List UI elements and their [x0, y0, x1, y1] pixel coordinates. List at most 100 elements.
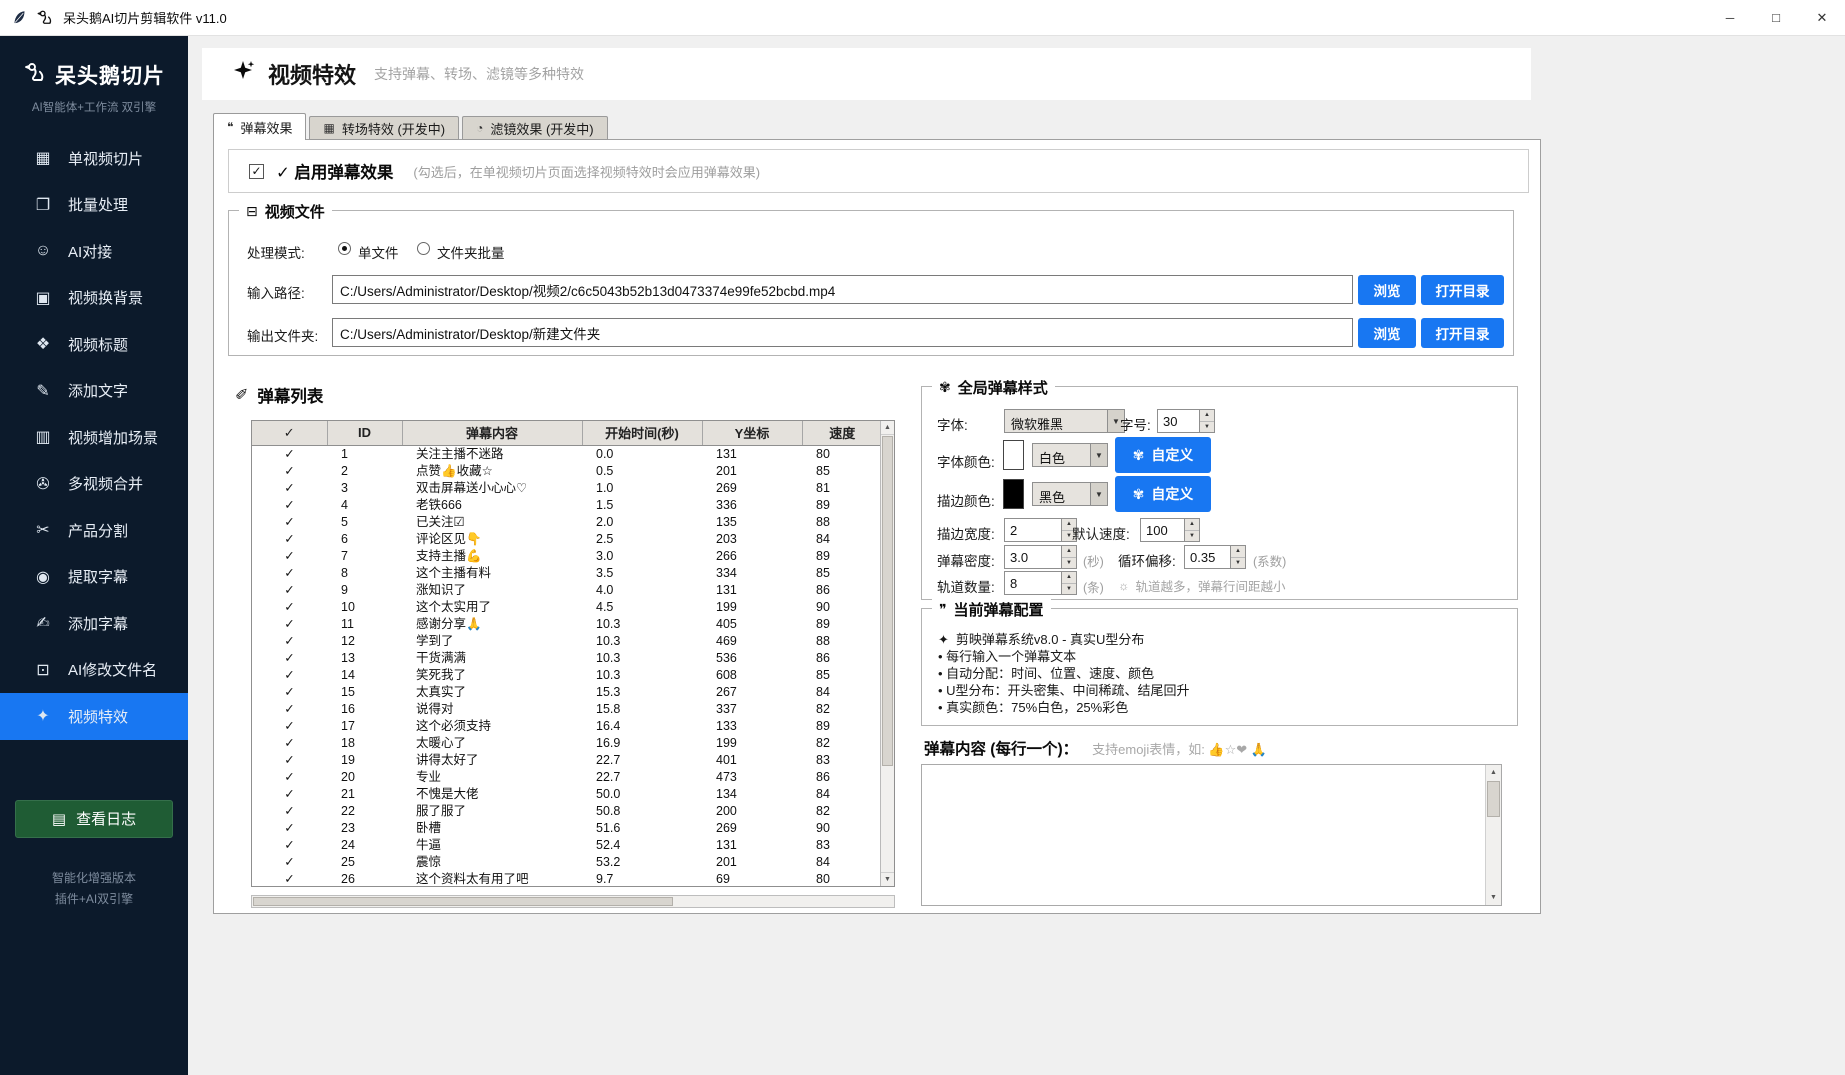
table-row[interactable]: ✓ 14 笑死我了 10.3 608 85	[252, 667, 882, 684]
row-check[interactable]: ✓	[252, 582, 327, 599]
table-horizontal-scrollbar[interactable]	[251, 895, 895, 908]
spin-up-icon[interactable]: ▲	[1200, 410, 1214, 422]
stroke-color-select[interactable]: 黑色 ▼	[1032, 482, 1108, 506]
table-row[interactable]: ✓ 17 这个必须支持 16.4 133 89	[252, 718, 882, 735]
sidebar-item[interactable]: ✇ 多视频合并	[0, 461, 188, 508]
row-check[interactable]: ✓	[252, 752, 327, 769]
tab[interactable]: ▦ 转场特效 (开发中)	[309, 116, 460, 140]
stroke-width-stepper[interactable]: 2 ▲ ▼	[1004, 518, 1077, 542]
row-check[interactable]: ✓	[252, 531, 327, 548]
output-dir-field[interactable]	[332, 318, 1353, 347]
radio-folder-batch-label[interactable]: 文件夹批量	[437, 242, 505, 262]
spin-down-icon[interactable]: ▼	[1062, 583, 1076, 594]
table-row[interactable]: ✓ 20 专业 22.7 473 86	[252, 769, 882, 786]
offset-stepper[interactable]: 0.35 ▲ ▼	[1184, 545, 1246, 569]
table-row[interactable]: ✓ 5 已关注☑ 2.0 135 88	[252, 514, 882, 531]
table-row[interactable]: ✓ 6 评论区见👇 2.5 203 84	[252, 531, 882, 548]
row-check[interactable]: ✓	[252, 667, 327, 684]
spin-up-icon[interactable]: ▲	[1185, 519, 1199, 531]
row-check[interactable]: ✓	[252, 820, 327, 837]
row-check[interactable]: ✓	[252, 633, 327, 650]
table-row[interactable]: ✓ 4 老铁666 1.5 336 89	[252, 497, 882, 514]
table-row[interactable]: ✓ 1 关注主播不迷路 0.0 131 80	[252, 445, 882, 463]
table-row[interactable]: ✓ 9 涨知识了 4.0 131 86	[252, 582, 882, 599]
spin-up-icon[interactable]: ▲	[1062, 572, 1076, 584]
scroll-up-icon[interactable]: ▲	[1486, 765, 1501, 780]
spin-down-icon[interactable]: ▼	[1231, 557, 1245, 568]
column-header[interactable]: 弹幕内容	[402, 421, 583, 446]
table-row[interactable]: ✓ 26 这个资料太有用了吧 9.7 69 80	[252, 871, 882, 887]
browse-input-button[interactable]: 浏览	[1358, 275, 1416, 305]
table-row[interactable]: ✓ 16 说得对 15.8 337 82	[252, 701, 882, 718]
sidebar-item[interactable]: ✎ 添加文字	[0, 368, 188, 415]
sidebar-item[interactable]: ▣ 视频换背景	[0, 275, 188, 322]
table-row[interactable]: ✓ 18 太暖心了 16.9 199 82	[252, 735, 882, 752]
row-check[interactable]: ✓	[252, 718, 327, 735]
column-header[interactable]: ✓	[252, 421, 328, 446]
spin-down-icon[interactable]: ▼	[1185, 530, 1199, 541]
row-check[interactable]: ✓	[252, 650, 327, 667]
scroll-up-icon[interactable]: ▲	[881, 421, 894, 435]
sidebar-item[interactable]: ✍ 添加字幕	[0, 600, 188, 647]
row-check[interactable]: ✓	[252, 786, 327, 803]
tab[interactable]: ❝ 弹幕效果	[213, 113, 307, 140]
table-row[interactable]: ✓ 25 震惊 53.2 201 84	[252, 854, 882, 871]
sidebar-item[interactable]: ☺ AI对接	[0, 228, 188, 275]
scrollbar-thumb[interactable]	[1487, 781, 1500, 817]
input-path-field[interactable]	[332, 275, 1353, 304]
font-family-select[interactable]: 微软雅黑 ▼	[1004, 409, 1125, 433]
scroll-down-icon[interactable]: ▼	[881, 872, 894, 886]
row-check[interactable]: ✓	[252, 701, 327, 718]
sidebar-item[interactable]: ▦ 单视频切片	[0, 135, 188, 182]
row-check[interactable]: ✓	[252, 599, 327, 616]
table-row[interactable]: ✓ 24 牛逼 52.4 131 83	[252, 837, 882, 854]
row-check[interactable]: ✓	[252, 565, 327, 582]
default-speed-stepper[interactable]: 100 ▲ ▼	[1140, 518, 1200, 542]
column-header[interactable]: 开始时间(秒)	[582, 421, 703, 446]
radio-folder-batch[interactable]	[417, 242, 430, 255]
table-row[interactable]: ✓ 10 这个太实用了 4.5 199 90	[252, 599, 882, 616]
font-color-select[interactable]: 白色 ▼	[1032, 443, 1108, 467]
table-row[interactable]: ✓ 13 干货满满 10.3 536 86	[252, 650, 882, 667]
row-check[interactable]: ✓	[252, 497, 327, 514]
table-row[interactable]: ✓ 12 学到了 10.3 469 88	[252, 633, 882, 650]
sidebar-item[interactable]: ❐ 批量处理	[0, 182, 188, 229]
scroll-down-icon[interactable]: ▼	[1486, 890, 1501, 905]
density-stepper[interactable]: 3.0 ▲ ▼	[1004, 545, 1077, 569]
view-log-button[interactable]: ▤ 查看日志	[15, 799, 173, 838]
sidebar-item[interactable]: ✂ 产品分割	[0, 507, 188, 554]
maximize-button[interactable]: □	[1753, 0, 1799, 35]
close-button[interactable]: ✕	[1799, 0, 1845, 35]
scrollbar-thumb[interactable]	[253, 897, 673, 906]
row-check[interactable]: ✓	[252, 684, 327, 701]
row-check[interactable]: ✓	[252, 837, 327, 854]
tracks-stepper[interactable]: 8 ▲ ▼	[1004, 571, 1077, 595]
row-check[interactable]: ✓	[252, 463, 327, 480]
font-size-stepper[interactable]: 30 ▲ ▼	[1157, 409, 1215, 433]
enable-danmaku-checkbox[interactable]: ✓	[249, 163, 264, 179]
column-header[interactable]: 速度	[802, 421, 882, 446]
sidebar-item[interactable]: ◉ 提取字幕	[0, 554, 188, 601]
spin-up-icon[interactable]: ▲	[1231, 546, 1245, 558]
browse-output-button[interactable]: 浏览	[1358, 318, 1416, 348]
row-check[interactable]: ✓	[252, 803, 327, 820]
sidebar-item[interactable]: ⊡ AI修改文件名	[0, 647, 188, 694]
open-output-dir-button[interactable]: 打开目录	[1421, 318, 1504, 348]
row-check[interactable]: ✓	[252, 854, 327, 871]
spin-down-icon[interactable]: ▼	[1062, 557, 1076, 568]
table-row[interactable]: ✓ 22 服了服了 50.8 200 82	[252, 803, 882, 820]
table-row[interactable]: ✓ 23 卧槽 51.6 269 90	[252, 820, 882, 837]
table-row[interactable]: ✓ 21 不愧是大佬 50.0 134 84	[252, 786, 882, 803]
textarea-scrollbar[interactable]: ▲ ▼	[1485, 765, 1501, 905]
spin-up-icon[interactable]: ▲	[1062, 546, 1076, 558]
radio-single-file-label[interactable]: 单文件	[358, 242, 399, 262]
row-check[interactable]: ✓	[252, 548, 327, 565]
table-vertical-scrollbar[interactable]: ▲ ▼	[880, 421, 894, 886]
sidebar-item[interactable]: ❖ 视频标题	[0, 321, 188, 368]
row-check[interactable]: ✓	[252, 769, 327, 786]
open-input-dir-button[interactable]: 打开目录	[1421, 275, 1504, 305]
row-check[interactable]: ✓	[252, 616, 327, 633]
row-check[interactable]: ✓	[252, 480, 327, 497]
table-row[interactable]: ✓ 3 双击屏幕送小心心♡ 1.0 269 81	[252, 480, 882, 497]
row-check[interactable]: ✓	[252, 735, 327, 752]
